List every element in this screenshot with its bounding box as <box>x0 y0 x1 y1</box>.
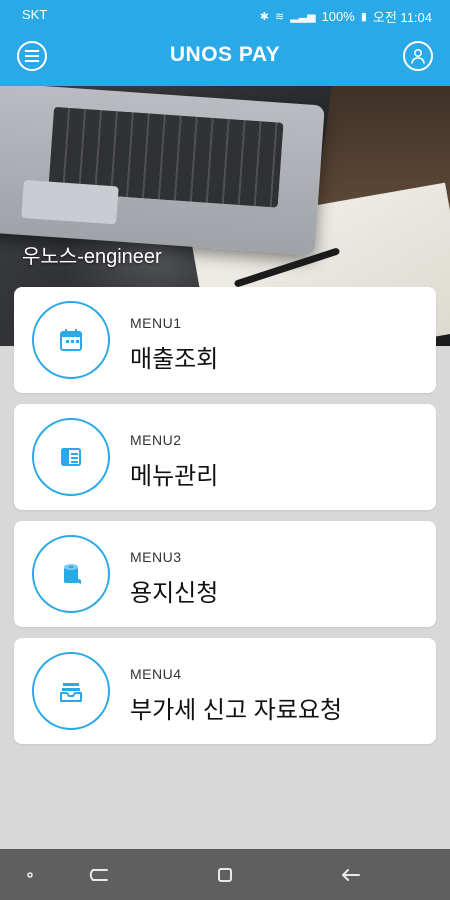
menu-book-icon <box>61 448 81 466</box>
dot-icon <box>27 871 33 878</box>
android-navigation-bar <box>0 849 450 900</box>
battery-icon: ▮ <box>360 11 367 23</box>
menu-label: 용지신청 <box>130 580 219 607</box>
hero-laptop-trackpad <box>21 179 119 225</box>
menu-card-1[interactable]: MENU1 매출조회 <box>14 287 436 393</box>
home-square-icon <box>218 867 232 882</box>
carrier-label: SKT <box>22 7 48 22</box>
navbar-dot-button[interactable] <box>0 849 60 900</box>
status-right: ✱ ≋ ▂▃▅ 100% ▮ 오전 11:04 <box>260 7 432 26</box>
menu-kicker: MENU1 <box>130 315 182 331</box>
recent-apps-button[interactable] <box>70 849 130 900</box>
signal-icon: ▂▃▅ <box>290 11 316 23</box>
hero-user-name: 우노스-engineer <box>22 246 162 268</box>
menu-label: 메뉴관리 <box>130 463 219 490</box>
bluetooth-icon: ✱ <box>259 11 269 23</box>
hero-laptop <box>0 86 325 256</box>
back-arrow-icon <box>342 868 360 881</box>
menu-label: 매출조회 <box>130 346 219 373</box>
calendar-icon <box>60 329 82 351</box>
app-title: UNOS PAY <box>169 43 281 66</box>
menu-icon-ring <box>32 535 110 613</box>
recent-apps-icon <box>89 868 108 881</box>
menu-card-4[interactable]: MENU4 부가세 신고 자료요청 <box>14 638 436 744</box>
menu-card-3[interactable]: MENU3 용지신청 <box>14 521 436 627</box>
menu-kicker: MENU4 <box>130 666 182 682</box>
back-button[interactable] <box>320 849 380 900</box>
menu-kicker: MENU2 <box>130 432 182 448</box>
menu-icon-ring <box>32 418 110 496</box>
home-button[interactable] <box>195 849 255 900</box>
wifi-icon: ≋ <box>274 11 285 23</box>
battery-percent: 100% <box>321 9 355 24</box>
inbox-tray-icon <box>60 683 82 702</box>
menu-label: 부가세 신고 자료요청 <box>130 697 343 724</box>
menu-kicker: MENU3 <box>130 549 182 565</box>
menu-icon-ring <box>32 301 110 379</box>
paper-roll-icon <box>64 564 81 584</box>
menu-card-2[interactable]: MENU2 메뉴관리 <box>14 404 436 510</box>
app-bar: UNOS PAY <box>0 28 450 86</box>
menu-icon-ring <box>32 652 110 730</box>
clock: 오전 11:04 <box>372 10 432 25</box>
profile-button[interactable] <box>403 41 433 71</box>
user-icon <box>411 48 425 64</box>
status-bar: SKT ✱ ≋ ▂▃▅ 100% ▮ 오전 11:04 <box>0 0 450 28</box>
